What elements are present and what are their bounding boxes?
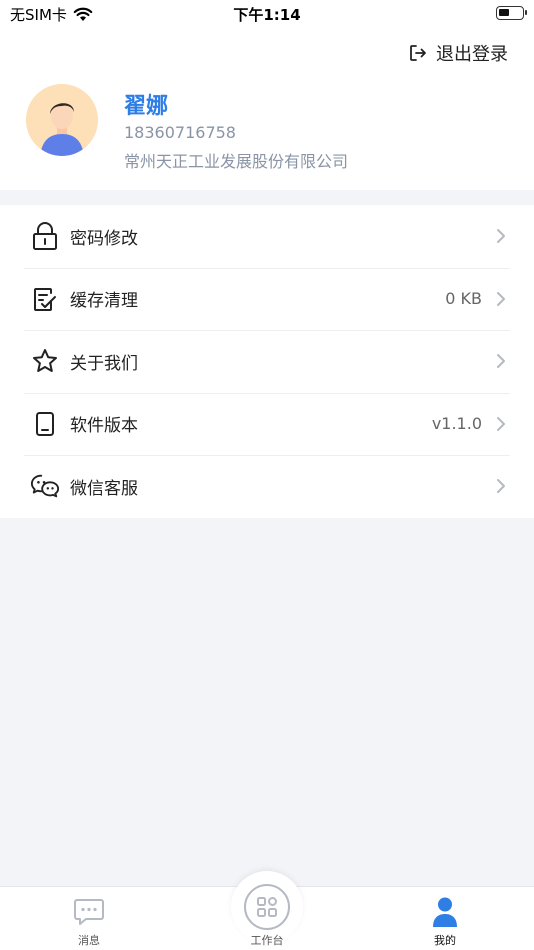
cache-size-value: 0 KB: [445, 289, 482, 309]
profile-header: 退出登录 翟娜 18360716758 常州天正工业发展股份有限公司: [0, 28, 534, 190]
menu-item-about[interactable]: 关于我们: [0, 330, 534, 393]
chevron-right-icon: [497, 229, 505, 244]
tab-label: 消息: [78, 934, 100, 947]
menu-item-label: 密码修改: [70, 228, 138, 249]
menu-item-label: 微信客服: [70, 478, 138, 499]
menu-item-label: 关于我们: [70, 353, 138, 374]
logout-button[interactable]: 退出登录: [408, 40, 508, 66]
menu-item-password[interactable]: 密码修改: [0, 205, 534, 268]
tab-mine[interactable]: 我的: [356, 887, 534, 950]
avatar[interactable]: [26, 84, 98, 156]
chevron-right-icon: [497, 354, 505, 369]
logout-icon: [410, 45, 426, 61]
chevron-right-icon: [497, 479, 505, 494]
user-name: 翟娜: [124, 94, 169, 119]
message-icon: [74, 899, 104, 925]
clean-cache-icon: [30, 284, 60, 314]
lock-icon: [30, 221, 60, 251]
menu-item-clear-cache[interactable]: 缓存清理 0 KB: [0, 267, 534, 331]
status-time: 下午1:14: [233, 6, 301, 24]
menu-item-wechat-service[interactable]: 微信客服: [0, 455, 534, 518]
avatar-illustration: [26, 84, 98, 156]
tab-workbench[interactable]: 工作台: [178, 871, 356, 950]
chevron-right-icon: [497, 291, 505, 306]
tab-messages[interactable]: 消息: [0, 887, 178, 950]
logout-label: 退出登录: [436, 44, 508, 65]
settings-menu: 密码修改 缓存清理 0 KB 关于我们 软件版本 v1.1.0 微信客服: [0, 205, 534, 518]
star-icon: [30, 346, 60, 376]
user-phone: 18360716758: [124, 123, 236, 142]
menu-item-version[interactable]: 软件版本 v1.1.0: [0, 392, 534, 456]
tab-label: 工作台: [250, 934, 284, 947]
user-icon: [433, 897, 457, 927]
battery-level: [499, 9, 509, 16]
tab-label: 我的: [434, 934, 456, 947]
user-company: 常州天正工业发展股份有限公司: [124, 152, 349, 171]
workbench-icon: [244, 884, 290, 930]
version-value: v1.1.0: [431, 414, 482, 434]
menu-item-label: 缓存清理: [70, 291, 138, 312]
wechat-icon: [30, 471, 60, 501]
bottom-tab-bar: 消息 工作台 我的: [0, 871, 534, 950]
menu-item-label: 软件版本: [70, 416, 138, 437]
battery-icon: [496, 6, 527, 20]
phone-icon: [30, 409, 60, 439]
status-bar: 无SIM卡 下午1:14: [0, 0, 534, 28]
chevron-right-icon: [497, 416, 505, 431]
